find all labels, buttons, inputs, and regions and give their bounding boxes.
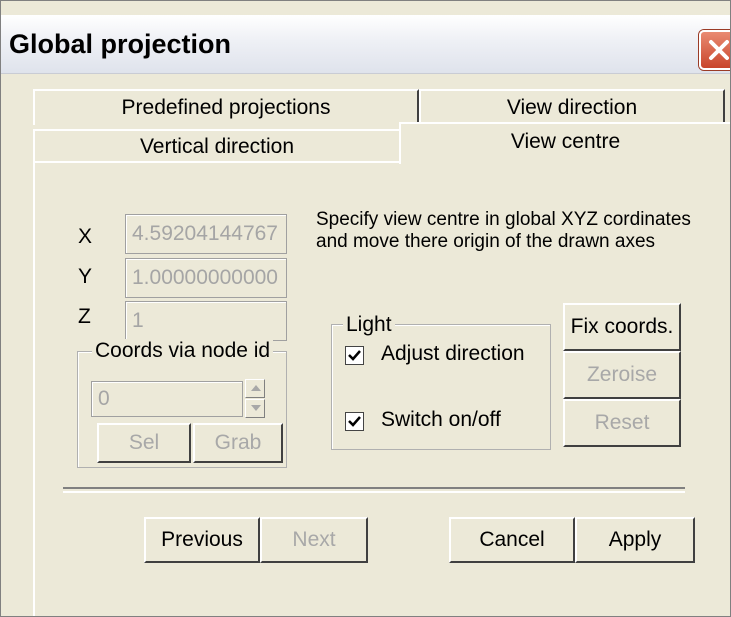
adjust-direction-label: Adjust direction [381,342,525,365]
spin-up-button[interactable] [245,379,265,398]
tab-label: View direction [506,96,638,119]
tab-view-direction[interactable]: View direction [419,89,725,125]
separator [63,487,685,493]
tab-view-centre[interactable]: View centre [399,122,730,164]
close-icon [709,40,729,60]
y-label: Y [78,265,93,288]
x-field[interactable]: 4.59204144767 [125,214,287,254]
down-arrow-icon [251,405,261,411]
sel-button[interactable]: Sel [97,423,191,463]
adjust-direction-checkbox[interactable] [345,346,364,365]
tab-label: Predefined projections [121,96,331,119]
apply-button[interactable]: Apply [575,517,695,563]
spin-down-button[interactable] [245,399,265,418]
light-group-legend: Light [343,313,395,337]
previous-button[interactable]: Previous [144,517,260,563]
z-field[interactable]: 1 [125,301,287,341]
up-arrow-icon [251,385,261,391]
checkmark-icon [348,350,361,361]
window-title: Global projection [9,29,232,59]
next-button[interactable]: Next [260,517,368,563]
tab-label: Vertical direction [139,135,295,158]
fix-coords-button[interactable]: Fix coords. [563,303,681,351]
reset-button[interactable]: Reset [563,399,681,447]
tab-predefined-projections[interactable]: Predefined projections [33,89,419,125]
view-centre-description: Specify view centre in global XYZ cordin… [316,209,691,252]
y-field[interactable]: 1.00000000000 [125,258,287,298]
node-id-field[interactable]: 0 [91,381,243,417]
switch-on-off-checkbox[interactable] [345,412,364,431]
x-label: X [78,225,93,248]
checkmark-icon [348,416,361,427]
cancel-button[interactable]: Cancel [449,517,575,563]
switch-on-off-label: Switch on/off [381,408,501,431]
tab-vertical-direction[interactable]: Vertical direction [33,129,401,163]
title-bar[interactable]: Global projection [1,15,730,74]
grab-button[interactable]: Grab [193,423,283,463]
zeroise-button[interactable]: Zeroise [563,351,681,399]
tab-label: View centre [510,130,621,153]
node-id-group-legend: Coords via node id [92,339,274,363]
global-projection-dialog: Global projection Predefined projections… [0,0,731,617]
z-label: Z [78,305,91,328]
close-button[interactable] [699,30,730,70]
